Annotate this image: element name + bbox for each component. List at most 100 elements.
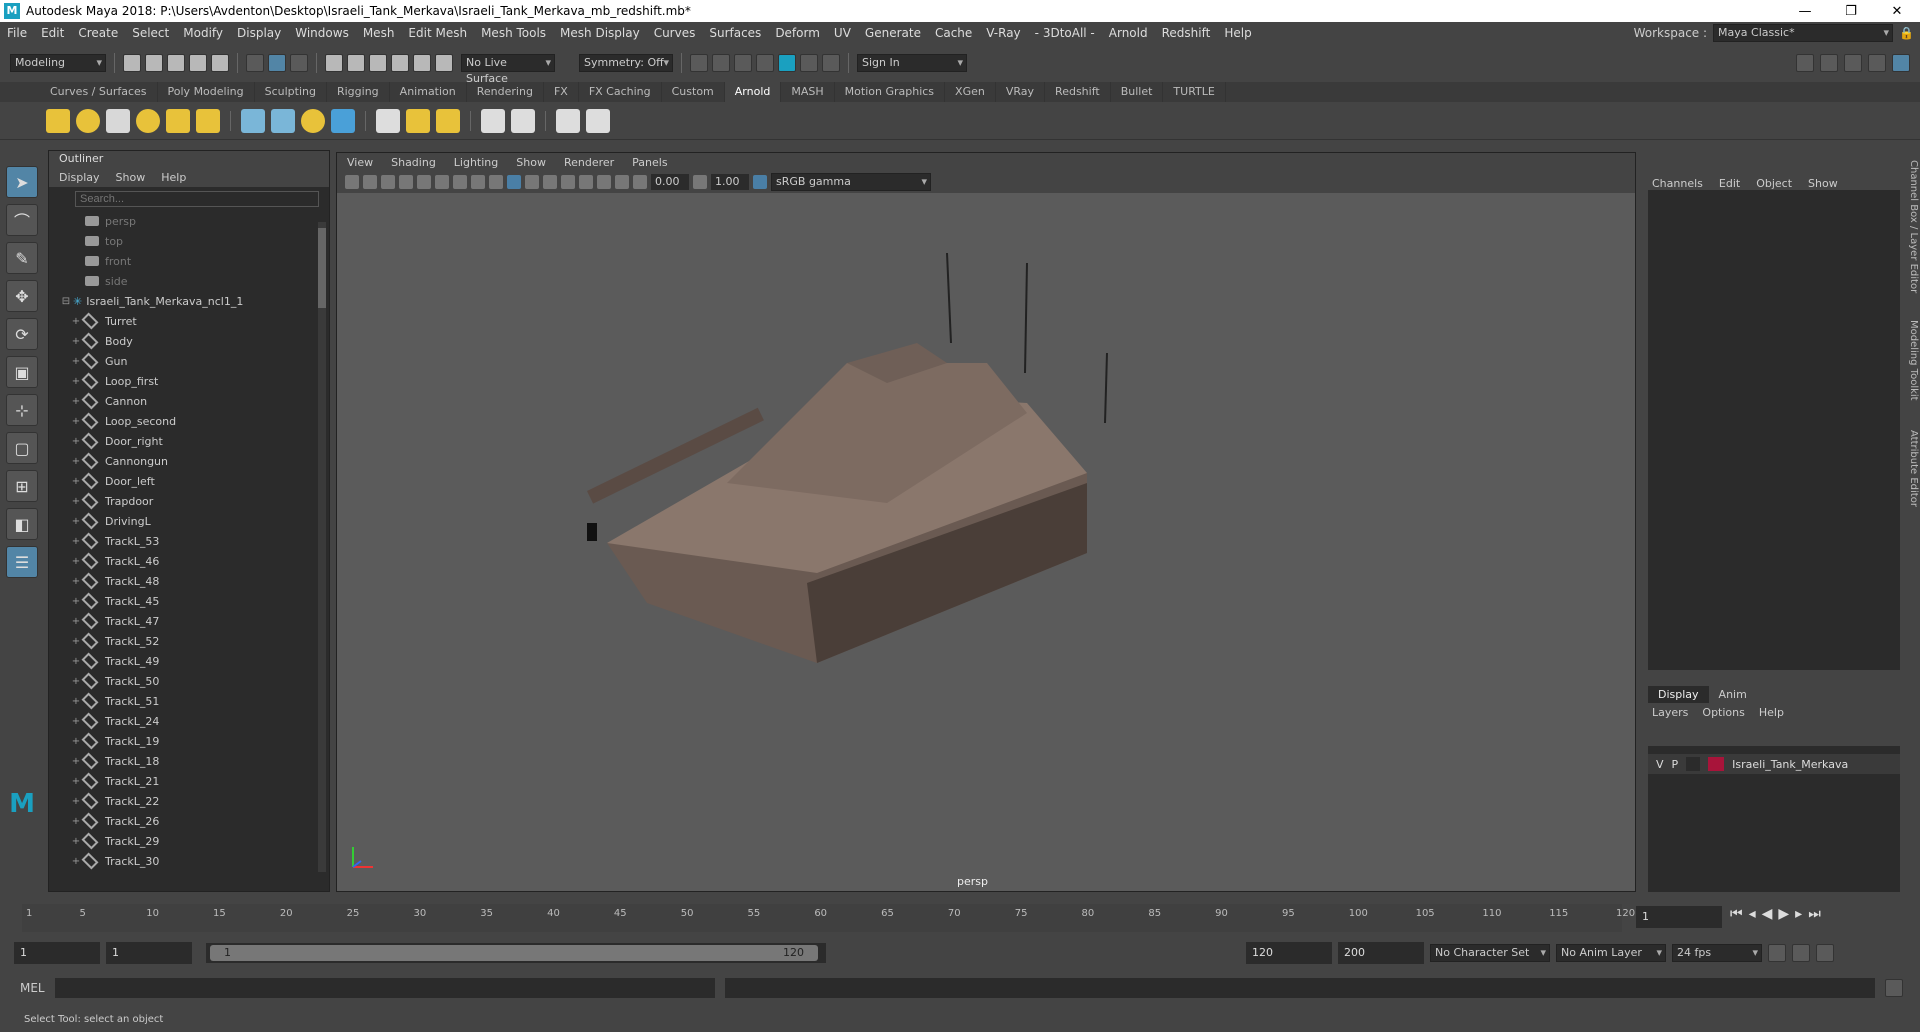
expand-icon[interactable]: + (69, 476, 83, 487)
channel-box-icon[interactable] (1892, 54, 1910, 72)
vp-menu-renderer[interactable]: Renderer (564, 156, 614, 169)
smooth-shade-icon[interactable] (507, 175, 521, 189)
snap-curve-icon[interactable] (347, 54, 365, 72)
arnold-render-icon[interactable] (800, 54, 818, 72)
range-bar[interactable]: 1 120 (206, 943, 826, 963)
side-tab-channel-box[interactable]: Channel Box / Layer Editor (1908, 160, 1919, 293)
colorspace-dropdown[interactable]: sRGB gamma (771, 173, 931, 191)
render-view-icon[interactable] (481, 108, 505, 133)
outliner-camera-row[interactable]: persp (49, 211, 329, 231)
shelf-tab-poly-modeling[interactable]: Poly Modeling (158, 82, 255, 102)
range-handle[interactable]: 1 120 (210, 945, 818, 961)
symmetry-dropdown[interactable]: Symmetry: Off (579, 54, 673, 72)
outliner-item-row[interactable]: + Loop_second (49, 411, 329, 431)
photometric-light-icon[interactable] (106, 108, 130, 133)
snap-rotate-icon[interactable] (435, 54, 453, 72)
vp-menu-shading[interactable]: Shading (391, 156, 436, 169)
outliner-item-row[interactable]: + TrackL_53 (49, 531, 329, 551)
outliner-item-row[interactable]: + TrackL_26 (49, 811, 329, 831)
shelf-tab-bullet[interactable]: Bullet (1111, 82, 1164, 102)
expand-icon[interactable]: + (69, 496, 83, 507)
layer-type-toggle[interactable] (1686, 757, 1701, 771)
texture-manager-icon[interactable] (436, 108, 460, 133)
exposure-icon[interactable] (633, 175, 647, 189)
shelf-tab-custom[interactable]: Custom (662, 82, 725, 102)
select-camera-icon[interactable] (345, 175, 359, 189)
outliner-camera-row[interactable]: top (49, 231, 329, 251)
export-standin-icon[interactable] (271, 108, 295, 133)
hypershade-icon[interactable] (778, 54, 796, 72)
expand-icon[interactable]: + (69, 456, 83, 467)
volume-icon[interactable] (331, 108, 355, 133)
menu-curves[interactable]: Curves (647, 26, 703, 40)
expand-icon[interactable]: + (69, 516, 83, 527)
persp-outliner-icon[interactable]: ◧ (6, 508, 38, 540)
attribute-editor-icon[interactable] (1844, 54, 1862, 72)
cb-menu-object[interactable]: Object (1756, 177, 1792, 190)
current-frame-field[interactable]: 1 (1636, 906, 1722, 928)
textured-icon[interactable] (525, 175, 539, 189)
expand-icon[interactable]: + (69, 696, 83, 707)
eye-render-icon[interactable] (556, 108, 580, 133)
outliner-item-row[interactable]: + TrackL_49 (49, 651, 329, 671)
four-view-icon[interactable]: ⊞ (6, 470, 38, 502)
collapse-icon[interactable]: ⊟ (59, 296, 73, 307)
outliner-item-row[interactable]: + TrackL_47 (49, 611, 329, 631)
outliner-item-row[interactable]: + Door_right (49, 431, 329, 451)
layer-name[interactable]: Israeli_Tank_Merkava (1732, 758, 1848, 771)
expand-icon[interactable]: + (69, 796, 83, 807)
menu-display[interactable]: Display (230, 26, 288, 40)
playback-start-field[interactable]: 1 (106, 942, 192, 964)
outliner-menu-help[interactable]: Help (161, 171, 186, 184)
gamma-icon[interactable] (693, 175, 707, 189)
shelf-tab-mash[interactable]: MASH (781, 82, 835, 102)
outliner-item-row[interactable]: + Turret (49, 311, 329, 331)
select-object-icon[interactable] (268, 54, 286, 72)
expand-icon[interactable]: + (69, 836, 83, 847)
outliner-item-row[interactable]: + TrackL_24 (49, 711, 329, 731)
playback-end-field[interactable]: 120 (1246, 942, 1332, 964)
layer-menu-options[interactable]: Options (1702, 706, 1744, 719)
outliner-item-row[interactable]: + Cannongun (49, 451, 329, 471)
mesh-light-icon[interactable] (76, 108, 100, 133)
color-management-icon[interactable] (753, 175, 767, 189)
menu-mesh-tools[interactable]: Mesh Tools (474, 26, 553, 40)
menu-file[interactable]: File (0, 26, 34, 40)
snap-view-icon[interactable] (391, 54, 409, 72)
single-perspective-icon[interactable]: ▢ (6, 432, 38, 464)
outliner-item-row[interactable]: + TrackL_50 (49, 671, 329, 691)
character-set-dropdown[interactable]: No Character Set (1430, 944, 1550, 962)
cb-menu-show[interactable]: Show (1808, 177, 1838, 190)
lock-camera-icon[interactable] (363, 175, 377, 189)
menu-mesh[interactable]: Mesh (356, 26, 402, 40)
menu-edit-mesh[interactable]: Edit Mesh (401, 26, 474, 40)
start-time-field[interactable]: 1 (14, 942, 100, 964)
outliner-item-row[interactable]: + Body (49, 331, 329, 351)
outliner-item-row[interactable]: + Loop_first (49, 371, 329, 391)
outliner-menu-display[interactable]: Display (59, 171, 100, 184)
workspace-dropdown[interactable]: Maya Classic* (1713, 24, 1894, 42)
expand-icon[interactable]: + (69, 856, 83, 867)
new-scene-icon[interactable] (123, 54, 141, 72)
grid-toggle-icon[interactable] (417, 175, 431, 189)
menu-mesh-display[interactable]: Mesh Display (553, 26, 647, 40)
script-editor-icon[interactable] (1884, 979, 1903, 997)
shelf-tab-fx-caching[interactable]: FX Caching (579, 82, 662, 102)
layer-visibility-toggle[interactable]: V (1656, 758, 1664, 771)
scale-tool-icon[interactable]: ▣ (6, 356, 38, 388)
menu-modify[interactable]: Modify (176, 26, 230, 40)
image-plane-icon[interactable] (399, 175, 413, 189)
shelf-tab-fx[interactable]: FX (544, 82, 579, 102)
menu-edit[interactable]: Edit (34, 26, 71, 40)
snap-point-icon[interactable] (369, 54, 387, 72)
menu-generate[interactable]: Generate (858, 26, 928, 40)
time-slider[interactable]: 1 5 10 15 20 25 30 35 40 45 50 55 60 65 70 75 80 85 90 95 10… (0, 900, 1920, 932)
menu-vray[interactable]: V-Ray (979, 26, 1027, 40)
shelf-tab-rendering[interactable]: Rendering (467, 82, 544, 102)
outliner-item-row[interactable]: + TrackL_48 (49, 571, 329, 591)
expand-icon[interactable]: + (69, 416, 83, 427)
menu-redshift[interactable]: Redshift (1155, 26, 1218, 40)
skydome-light-icon[interactable] (136, 108, 160, 133)
undo-icon[interactable] (189, 54, 207, 72)
isolate-select-icon[interactable] (597, 175, 611, 189)
